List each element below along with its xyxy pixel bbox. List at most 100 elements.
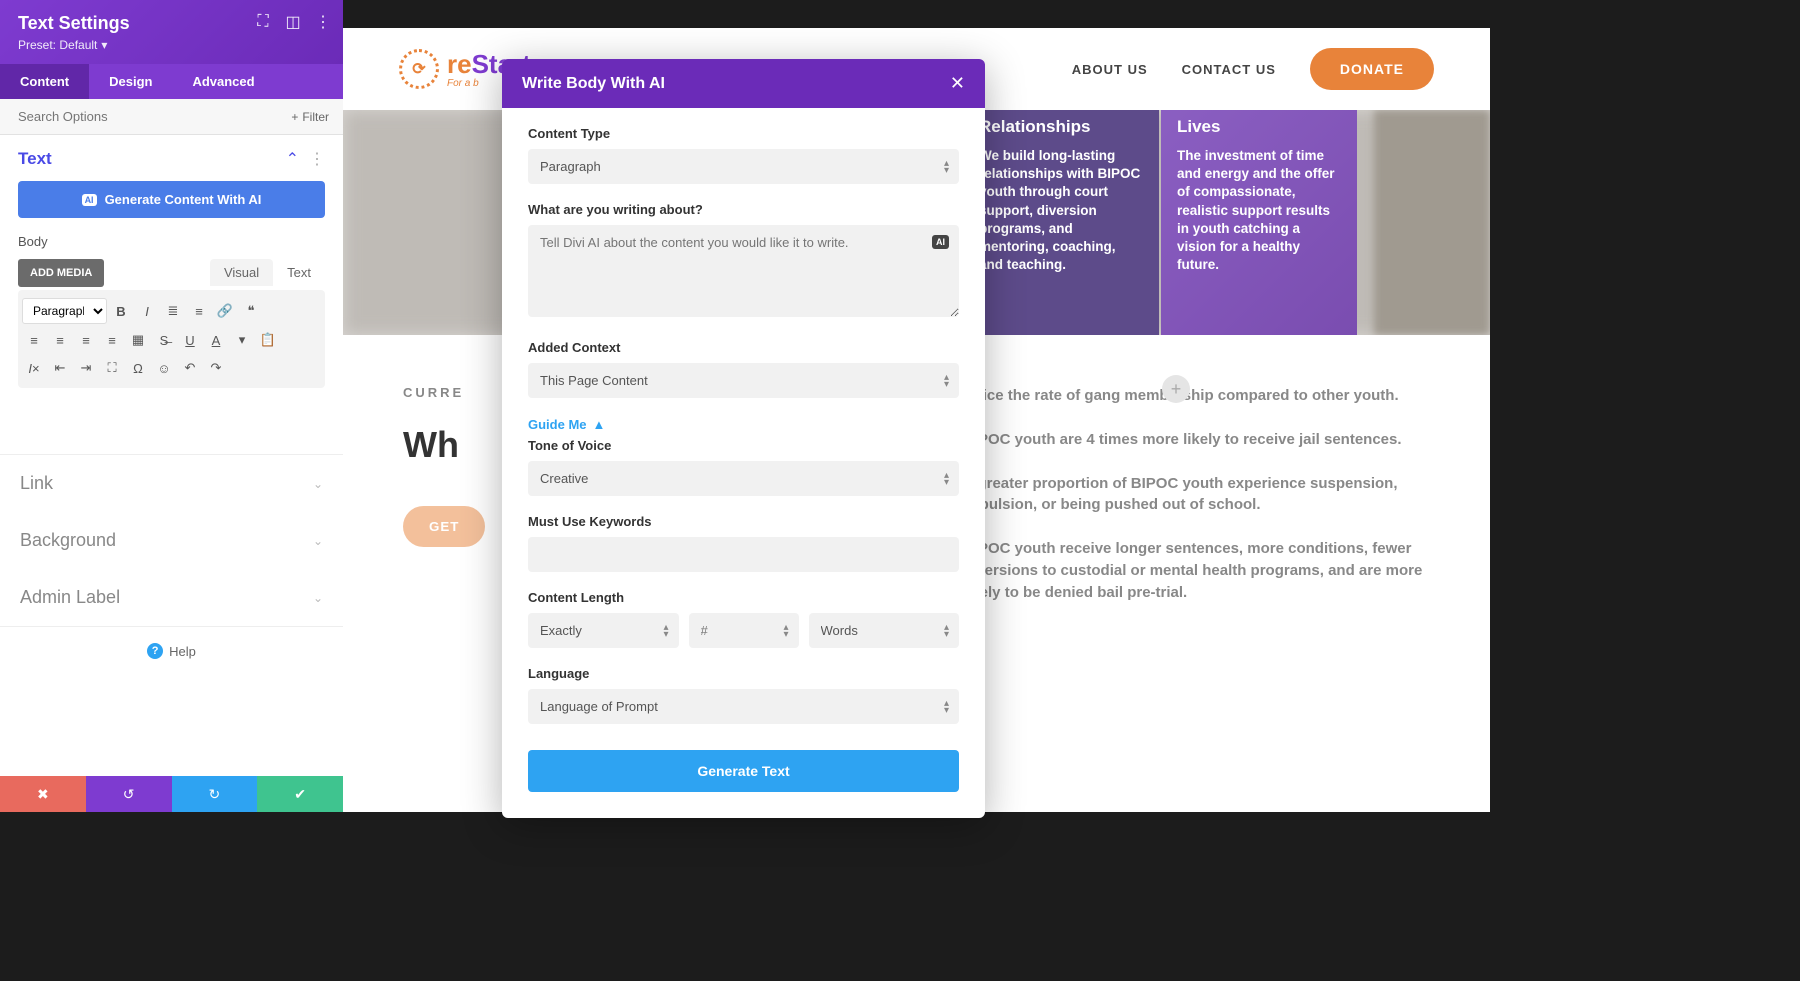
sidebar-footer: ✖ ↺ ↻ ✔	[0, 776, 343, 812]
cancel-button[interactable]: ✖	[0, 776, 86, 812]
fullscreen-icon[interactable]: ⛶	[100, 356, 124, 380]
guide-me-toggle[interactable]: Guide Me ▲	[528, 417, 605, 432]
triangle-up-icon: ▲	[593, 417, 606, 432]
editor-toolbar: Paragraph B I ≣ ≡ 🔗 ❝ ≡ ≡ ≡ ≡ ▦ S̶ U A	[18, 290, 325, 388]
language-label: Language	[528, 666, 959, 681]
admin-topbar	[343, 0, 1490, 28]
chevron-down-icon: ⌄	[313, 591, 323, 605]
table-icon[interactable]: ▦	[126, 328, 150, 352]
redo-button[interactable]: ↻	[172, 776, 258, 812]
filter-button[interactable]: + Filter	[277, 110, 343, 124]
plus-icon: +	[291, 110, 298, 124]
length-mode-select[interactable]: Exactly	[528, 613, 679, 648]
stat-item: A greater proportion of BIPOC youth expe…	[923, 473, 1430, 517]
omega-icon[interactable]: Ω	[126, 356, 150, 380]
ai-badge-icon: AI	[82, 194, 97, 206]
sidebar-tabs: Content Design Advanced	[0, 64, 343, 99]
undo-button[interactable]: ↺	[86, 776, 172, 812]
generate-text-button[interactable]: Generate Text	[528, 750, 959, 792]
text-color-icon[interactable]: A	[204, 328, 228, 352]
length-unit-select[interactable]: Words	[809, 613, 960, 648]
tone-select[interactable]: Creative	[528, 461, 959, 496]
preset-selector[interactable]: Preset: Default ▾	[18, 38, 107, 52]
color-caret-icon[interactable]: ▾	[230, 328, 254, 352]
nav-about[interactable]: ABOUT US	[1072, 62, 1148, 77]
strike-icon[interactable]: S̶	[152, 328, 176, 352]
body-label: Body	[18, 234, 325, 249]
section-more-icon[interactable]: ⋮	[309, 149, 325, 169]
modal-header: Write Body With AI ✕	[502, 59, 985, 108]
length-number-input[interactable]	[689, 613, 799, 648]
content-type-label: Content Type	[528, 126, 959, 141]
panel-icon[interactable]: ◫	[285, 14, 301, 30]
more-icon[interactable]: ⋮	[315, 14, 331, 30]
keywords-input[interactable]	[528, 537, 959, 572]
chevron-down-icon: ⌄	[313, 477, 323, 491]
italic-icon[interactable]: I	[135, 299, 159, 323]
link-icon[interactable]: 🔗	[213, 299, 237, 323]
section-title: Text	[18, 149, 52, 169]
editor-content[interactable]	[18, 388, 325, 448]
language-select[interactable]: Language of Prompt	[528, 689, 959, 724]
emoji-icon[interactable]: ☺	[152, 356, 176, 380]
tone-label: Tone of Voice	[528, 438, 959, 453]
bold-icon[interactable]: B	[109, 299, 133, 323]
stat-item: BIPOC youth receive longer sentences, mo…	[923, 538, 1430, 603]
help-link[interactable]: ? Help	[0, 627, 343, 675]
nav-contact[interactable]: CONTACT US	[1182, 62, 1276, 77]
align-justify-icon[interactable]: ≡	[100, 328, 124, 352]
length-label: Content Length	[528, 590, 959, 605]
chevron-down-icon: ⌄	[313, 534, 323, 548]
save-button[interactable]: ✔	[257, 776, 343, 812]
about-label: What are you writing about?	[528, 202, 959, 217]
align-center-icon[interactable]: ≡	[48, 328, 72, 352]
editor-tab-text[interactable]: Text	[273, 259, 325, 286]
tab-advanced[interactable]: Advanced	[172, 64, 274, 99]
accordion-link[interactable]: Link ⌄	[0, 455, 343, 512]
close-icon[interactable]: ✕	[950, 73, 965, 94]
clear-format-icon[interactable]: I×	[22, 356, 46, 380]
keywords-label: Must Use Keywords	[528, 514, 959, 529]
editor-tab-visual[interactable]: Visual	[210, 259, 273, 286]
align-right-icon[interactable]: ≡	[74, 328, 98, 352]
settings-sidebar: Text Settings Preset: Default ▾ ⛶ ◫ ⋮ Co…	[0, 0, 343, 812]
redo-icon[interactable]: ↷	[204, 356, 228, 380]
get-button[interactable]: GET	[403, 506, 485, 547]
content-type-select[interactable]: Paragraph	[528, 149, 959, 184]
feature-card-lives: Lives The investment of time and energy …	[1161, 110, 1357, 335]
help-icon: ?	[147, 643, 163, 659]
generate-content-button[interactable]: AI Generate Content With AI	[18, 181, 325, 218]
collapse-icon[interactable]: ⌃	[286, 149, 299, 169]
accordion-admin-label[interactable]: Admin Label ⌄	[0, 569, 343, 626]
ol-icon[interactable]: ≡	[187, 299, 211, 323]
about-textarea[interactable]	[528, 225, 959, 317]
feature-card-relationships: Relationships We build long-lasting rela…	[963, 110, 1159, 335]
tab-design[interactable]: Design	[89, 64, 172, 99]
undo-icon[interactable]: ↶	[178, 356, 202, 380]
logo-icon: ⟳	[399, 49, 439, 89]
ai-suggest-icon[interactable]: AI	[932, 235, 949, 249]
outdent-icon[interactable]: ⇤	[48, 356, 72, 380]
context-select[interactable]: This Page Content	[528, 363, 959, 398]
align-left-icon[interactable]: ≡	[22, 328, 46, 352]
modal-title: Write Body With AI	[522, 75, 665, 93]
donate-button[interactable]: DONATE	[1310, 48, 1434, 90]
paste-icon[interactable]: 📋	[256, 328, 280, 352]
search-input[interactable]	[0, 99, 277, 134]
add-media-button[interactable]: ADD MEDIA	[18, 259, 104, 287]
focus-icon[interactable]: ⛶	[255, 14, 271, 30]
quote-icon[interactable]: ❝	[239, 299, 263, 323]
search-bar: + Filter	[0, 99, 343, 135]
tab-content[interactable]: Content	[0, 64, 89, 99]
indent-icon[interactable]: ⇥	[74, 356, 98, 380]
ul-icon[interactable]: ≣	[161, 299, 185, 323]
caret-down-icon: ▾	[101, 38, 107, 52]
format-select[interactable]: Paragraph	[22, 298, 107, 324]
context-label: Added Context	[528, 340, 959, 355]
text-section: Text ⌃ ⋮ AI Generate Content With AI Bod…	[0, 135, 343, 455]
ai-modal: Write Body With AI ✕ Content Type Paragr…	[502, 59, 985, 818]
underline-icon[interactable]: U	[178, 328, 202, 352]
sidebar-header: Text Settings Preset: Default ▾ ⛶ ◫ ⋮	[0, 0, 343, 64]
accordion-background[interactable]: Background ⌄	[0, 512, 343, 569]
add-module-button[interactable]: +	[1162, 375, 1190, 403]
